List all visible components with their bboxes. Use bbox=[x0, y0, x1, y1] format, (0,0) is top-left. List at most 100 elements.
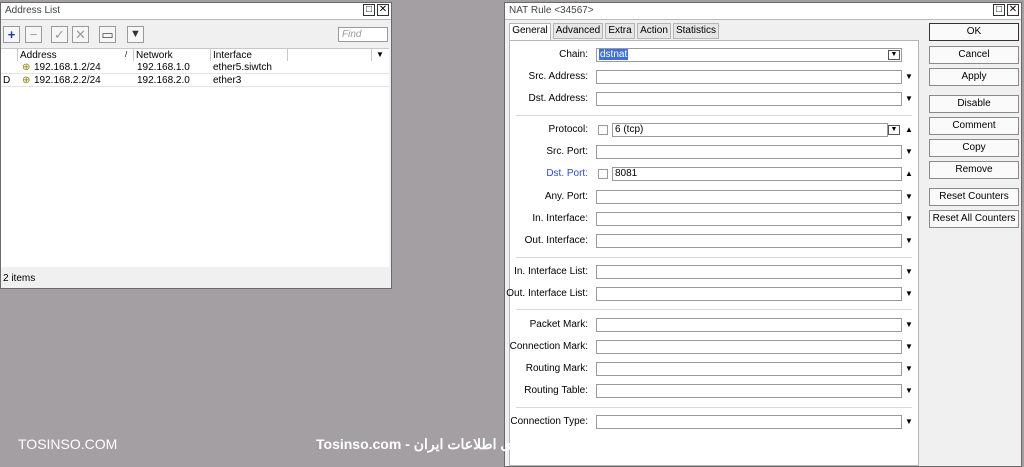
in-interface-list-field[interactable] bbox=[596, 265, 902, 279]
filter-icon[interactable]: ▼ bbox=[127, 26, 144, 43]
column-header-address[interactable]: Address bbox=[20, 50, 57, 61]
minus-icon[interactable]: − bbox=[25, 26, 42, 43]
divider bbox=[516, 407, 912, 408]
sort-indicator-icon: / bbox=[125, 50, 128, 59]
nat-rule-title: NAT Rule <34567> bbox=[509, 5, 594, 16]
cell-address: 192.168.1.2/24 bbox=[34, 62, 101, 73]
nat-rule-titlebar[interactable]: NAT Rule <34567> □ ✕ bbox=[505, 3, 1021, 20]
routing-table-chevron-down-icon[interactable]: ▼ bbox=[904, 386, 914, 395]
cell-network: 192.168.1.0 bbox=[137, 62, 190, 73]
watermark-center: Tosinso.com - وب سایت تخصصی فناوری اطلاع… bbox=[316, 436, 655, 452]
cell-interface: ether5.siwtch bbox=[213, 62, 272, 73]
column-header-interface[interactable]: Interface bbox=[213, 50, 252, 61]
packet-mark-chevron-down-icon[interactable]: ▼ bbox=[904, 320, 914, 329]
in-interface-list-label: In. Interface List: bbox=[514, 266, 588, 277]
address-icon: ⊕ bbox=[22, 62, 31, 73]
divider bbox=[516, 115, 912, 116]
cell-address: 192.168.2.2/24 bbox=[34, 75, 101, 86]
src-address-chevron-down-icon[interactable]: ▼ bbox=[904, 72, 914, 81]
watermark-left: TOSINSO.COM bbox=[18, 436, 118, 452]
any-port-field[interactable] bbox=[596, 190, 902, 204]
dst-port-field[interactable]: 8081 bbox=[612, 167, 902, 181]
dst-port-chevron-up-icon[interactable]: ▲ bbox=[904, 169, 914, 178]
tab-action[interactable]: Action bbox=[637, 23, 671, 39]
table-header: Address / Network Interface ▼ bbox=[1, 48, 389, 62]
copy-button[interactable]: Copy bbox=[929, 139, 1019, 157]
row-flag: D bbox=[3, 75, 11, 86]
address-list-title: Address List bbox=[5, 5, 61, 16]
address-list-titlebar[interactable]: Address List □ ✕ bbox=[1, 3, 391, 20]
table-row[interactable]: ⊕ 192.168.1.2/24 192.168.1.0 ether5.siwt… bbox=[1, 61, 389, 74]
src-port-field[interactable] bbox=[596, 145, 902, 159]
connection-mark-field[interactable] bbox=[596, 340, 902, 354]
dst-port-label: Dst. Port: bbox=[546, 168, 588, 179]
out-interface-list-field[interactable] bbox=[596, 287, 902, 301]
any-port-label: Any. Port: bbox=[544, 191, 588, 202]
protocol-dropdown-icon[interactable]: ▼ bbox=[888, 125, 900, 135]
dst-address-chevron-down-icon[interactable]: ▼ bbox=[904, 94, 914, 103]
in-interface-field[interactable] bbox=[596, 212, 902, 226]
column-header-network[interactable]: Network bbox=[136, 50, 173, 61]
check-icon[interactable]: ✓ bbox=[51, 26, 68, 43]
in-interface-list-chevron-down-icon[interactable]: ▼ bbox=[904, 267, 914, 276]
dst-address-field[interactable] bbox=[596, 92, 902, 106]
connection-type-label: Connection Type: bbox=[510, 416, 588, 427]
disable-button[interactable]: Disable bbox=[929, 95, 1019, 113]
cancel-button[interactable]: Cancel bbox=[929, 46, 1019, 64]
connection-mark-chevron-down-icon[interactable]: ▼ bbox=[904, 342, 914, 351]
routing-table-field[interactable] bbox=[596, 384, 902, 398]
routing-mark-label: Routing Mark: bbox=[525, 363, 588, 374]
any-port-chevron-down-icon[interactable]: ▼ bbox=[904, 192, 914, 201]
src-address-field[interactable] bbox=[596, 70, 902, 84]
protocol-negate-checkbox[interactable] bbox=[598, 125, 608, 135]
x-icon[interactable]: ✕ bbox=[72, 26, 89, 43]
nat-rule-window: NAT Rule <34567> □ ✕ General Advanced Ex… bbox=[504, 2, 1022, 467]
cell-network: 192.168.2.0 bbox=[137, 75, 190, 86]
src-port-chevron-down-icon[interactable]: ▼ bbox=[904, 147, 914, 156]
routing-mark-chevron-down-icon[interactable]: ▼ bbox=[904, 364, 914, 373]
out-interface-chevron-down-icon[interactable]: ▼ bbox=[904, 236, 914, 245]
note-icon[interactable]: ▭ bbox=[99, 26, 116, 43]
in-interface-label: In. Interface: bbox=[532, 213, 588, 224]
tab-advanced[interactable]: Advanced bbox=[553, 23, 603, 39]
chain-select[interactable]: dstnat bbox=[596, 48, 902, 62]
out-interface-field[interactable] bbox=[596, 234, 902, 248]
chain-dropdown-icon[interactable]: ▼ bbox=[888, 50, 900, 60]
protocol-select[interactable]: 6 (tcp) bbox=[612, 123, 888, 137]
ok-button[interactable]: OK bbox=[929, 23, 1019, 41]
find-input[interactable]: Find bbox=[338, 27, 388, 42]
reset-counters-button[interactable]: Reset Counters bbox=[929, 188, 1019, 206]
dst-port-negate-checkbox[interactable] bbox=[598, 169, 608, 179]
comment-button[interactable]: Comment bbox=[929, 117, 1019, 135]
chain-label: Chain: bbox=[559, 49, 588, 60]
apply-button[interactable]: Apply bbox=[929, 68, 1019, 86]
close-icon[interactable]: ✕ bbox=[1007, 4, 1019, 16]
routing-table-label: Routing Table: bbox=[524, 385, 588, 396]
remove-button[interactable]: Remove bbox=[929, 161, 1019, 179]
divider bbox=[516, 309, 912, 310]
in-interface-chevron-down-icon[interactable]: ▼ bbox=[904, 214, 914, 223]
packet-mark-field[interactable] bbox=[596, 318, 902, 332]
dst-address-label: Dst. Address: bbox=[528, 93, 588, 104]
src-address-label: Src. Address: bbox=[528, 71, 588, 82]
address-icon: ⊕ bbox=[22, 75, 31, 86]
status-item-count: 2 items bbox=[3, 273, 36, 284]
table-row[interactable]: D ⊕ 192.168.2.2/24 192.168.2.0 ether3 bbox=[1, 74, 389, 87]
maximize-icon[interactable]: □ bbox=[363, 4, 375, 16]
protocol-chevron-up-icon[interactable]: ▲ bbox=[904, 125, 914, 134]
out-interface-list-chevron-down-icon[interactable]: ▼ bbox=[904, 289, 914, 298]
connection-type-chevron-down-icon[interactable]: ▼ bbox=[904, 417, 914, 426]
maximize-icon[interactable]: □ bbox=[993, 4, 1005, 16]
column-menu-chevron-down-icon[interactable]: ▼ bbox=[376, 50, 384, 59]
tab-statistics[interactable]: Statistics bbox=[673, 23, 719, 39]
close-icon[interactable]: ✕ bbox=[377, 4, 389, 16]
routing-mark-field[interactable] bbox=[596, 362, 902, 376]
tab-general[interactable]: General bbox=[509, 23, 551, 40]
connection-type-field[interactable] bbox=[596, 415, 902, 429]
protocol-label: Protocol: bbox=[548, 124, 588, 135]
tab-extra[interactable]: Extra bbox=[605, 23, 635, 39]
chain-value: dstnat bbox=[599, 49, 629, 60]
cell-interface: ether3 bbox=[213, 75, 242, 86]
reset-all-counters-button[interactable]: Reset All Counters bbox=[929, 210, 1019, 228]
plus-icon[interactable]: + bbox=[3, 26, 20, 43]
